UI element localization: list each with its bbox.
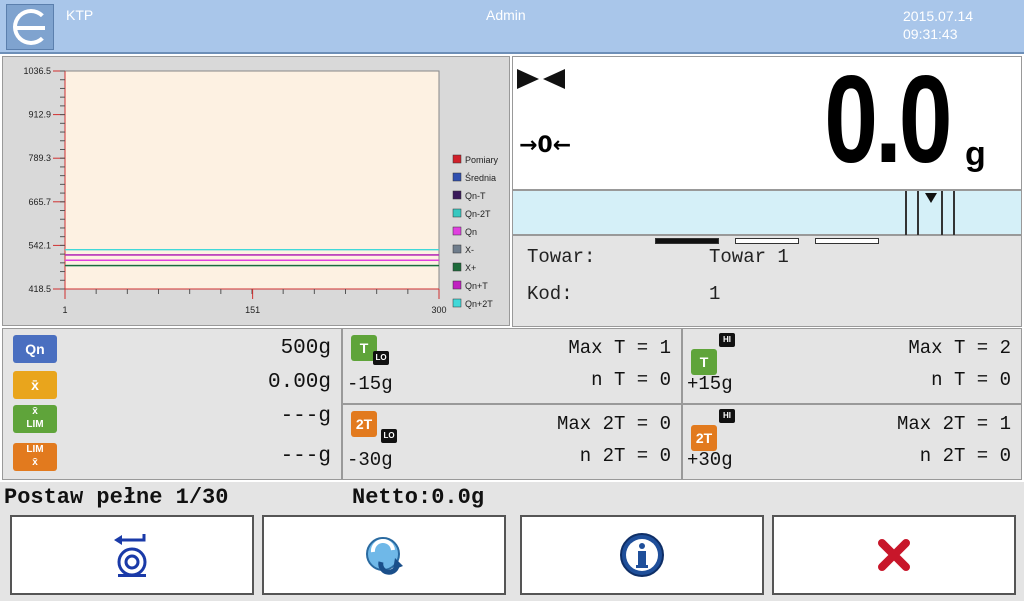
- bargraph-tick: [917, 191, 919, 236]
- product-info: Towar: Towar 1 Kod: 1: [512, 235, 1022, 327]
- kod-label: Kod:: [527, 283, 573, 305]
- t-hi-count: n T = 0: [931, 369, 1011, 391]
- tolerance-t-lo: T LO -15g Max T = 1 n T = 0: [342, 328, 682, 404]
- progress-segment: [655, 238, 719, 244]
- tare-icon: [114, 534, 147, 577]
- y-tick-label: 665.7: [28, 197, 51, 207]
- bargraph-pointer-icon: [925, 193, 937, 203]
- legend-swatch: [452, 226, 462, 236]
- legend-label: Qn-2T: [465, 209, 491, 219]
- weight-bargraph: [512, 190, 1022, 236]
- qn-value: 500g: [280, 337, 331, 360]
- legend-swatch: [452, 172, 462, 182]
- user-name[interactable]: Admin: [486, 7, 526, 23]
- legend-label: X+: [465, 263, 476, 273]
- tolerance-2t-hi: 2T HI +30g Max 2T = 1 n 2T = 0: [682, 404, 1022, 480]
- 2t-hi-threshold: +30g: [687, 449, 733, 471]
- legend-swatch: [452, 154, 462, 164]
- legend-swatch: [452, 298, 462, 308]
- kod-value: 1: [709, 283, 721, 305]
- 2t-lo-max: Max 2T = 0: [556, 413, 671, 435]
- y-tick-label: 542.1: [28, 240, 51, 250]
- statistics-panel: Qn 500g x̄ 0.00g x̄ LIM ---g LIM x̄ ---g: [2, 328, 342, 480]
- tare-button[interactable]: [10, 515, 254, 595]
- ratio2-value: ---g: [280, 445, 331, 468]
- weight-value: 0.0: [823, 51, 952, 189]
- info-icon: [620, 533, 664, 577]
- y-tick-label: 418.5: [28, 284, 51, 294]
- x-tick-label: 1: [62, 305, 67, 315]
- y-tick-label: 912.9: [28, 110, 51, 120]
- hi-badge: HI: [719, 333, 735, 347]
- t-hi-icon: T: [691, 349, 717, 375]
- 2t-lo-icon: 2T: [351, 411, 377, 437]
- legend-label: Qn-T: [465, 191, 486, 201]
- date-display: 2015.07.14: [903, 8, 974, 24]
- legend-label: Qn: [465, 227, 477, 237]
- legend-label: X-: [465, 245, 474, 255]
- qn-icon: Qn: [13, 335, 57, 363]
- lim-mean-ratio-icon: LIM x̄: [13, 443, 57, 471]
- mean-value: 0.00g: [267, 371, 331, 394]
- t-lo-max: Max T = 1: [568, 337, 671, 359]
- zero-indicator-icon: →0←: [519, 133, 572, 158]
- 2t-hi-max: Max 2T = 1: [896, 413, 1011, 435]
- legend-swatch: [452, 280, 462, 290]
- x-tick-label: 300: [431, 305, 446, 315]
- 2t-lo-threshold: -30g: [347, 449, 393, 471]
- y-tick-label: 1036.5: [23, 66, 51, 76]
- weight-unit: g: [965, 135, 986, 173]
- top-bar: KTP Admin 2015.07.14 09:31:43: [0, 0, 1024, 54]
- refresh-icon: [366, 537, 403, 575]
- bargraph-tick: [953, 191, 955, 236]
- lo-badge: LO: [381, 429, 397, 443]
- legend-label: Qn+2T: [465, 299, 493, 309]
- y-tick-label: 789.3: [28, 153, 51, 163]
- progress-segment: [815, 238, 879, 244]
- logo-icon[interactable]: [6, 4, 54, 50]
- stability-icon: [517, 69, 565, 89]
- mean-lim-ratio-icon: x̄ LIM: [13, 405, 57, 433]
- tolerance-t-hi: T HI +15g Max T = 2 n T = 0: [682, 328, 1022, 404]
- legend-swatch: [452, 244, 462, 254]
- lo-badge: LO: [373, 351, 389, 365]
- app-title: KTP: [66, 7, 94, 23]
- bargraph-tick: [905, 191, 907, 236]
- netto-value: Netto:0.0g: [352, 485, 485, 510]
- time-display: 09:31:43: [903, 26, 958, 42]
- refresh-button[interactable]: [262, 515, 506, 595]
- 2t-hi-icon: 2T: [691, 425, 717, 451]
- close-button[interactable]: [772, 515, 1016, 595]
- 2t-lo-count: n 2T = 0: [579, 445, 671, 467]
- hi-badge: HI: [719, 409, 735, 423]
- legend-label: Średnia: [465, 172, 496, 183]
- weight-display: →0← 0.0 g: [512, 51, 1022, 190]
- button-bar: [0, 512, 1024, 601]
- close-icon: [878, 539, 910, 571]
- mean-icon: x̄: [13, 371, 57, 399]
- legend-label: Pomiary: [465, 155, 499, 165]
- ratio1-value: ---g: [280, 405, 331, 428]
- control-chart[interactable]: 1036.5 912.9 789.3 665.7 542.1 418.5 1 151 300 Po…: [2, 56, 510, 326]
- legend-swatch: [452, 190, 462, 200]
- status-bar: Postaw pełne 1/30 Netto:0.0g: [0, 482, 1024, 512]
- bargraph-tick: [941, 191, 943, 236]
- tolerance-2t-lo: 2T LO -30g Max 2T = 0 n 2T = 0: [342, 404, 682, 480]
- status-message: Postaw pełne 1/30: [4, 485, 229, 510]
- progress-segment: [735, 238, 799, 244]
- legend-label: Qn+T: [465, 281, 488, 291]
- 2t-hi-count: n 2T = 0: [919, 445, 1011, 467]
- plot-area: [64, 70, 440, 290]
- t-lo-count: n T = 0: [591, 369, 671, 391]
- t-hi-threshold: +15g: [687, 373, 733, 395]
- chart-svg: 1036.5 912.9 789.3 665.7 542.1 418.5 1 151 300 Po…: [23, 66, 499, 315]
- info-button[interactable]: [520, 515, 764, 595]
- towar-value: Towar 1: [709, 246, 789, 268]
- legend-swatch: [452, 208, 462, 218]
- legend-swatch: [452, 262, 462, 272]
- t-hi-max: Max T = 2: [908, 337, 1011, 359]
- towar-label: Towar:: [527, 246, 596, 268]
- t-lo-threshold: -15g: [347, 373, 393, 395]
- x-tick-label: 151: [245, 305, 260, 315]
